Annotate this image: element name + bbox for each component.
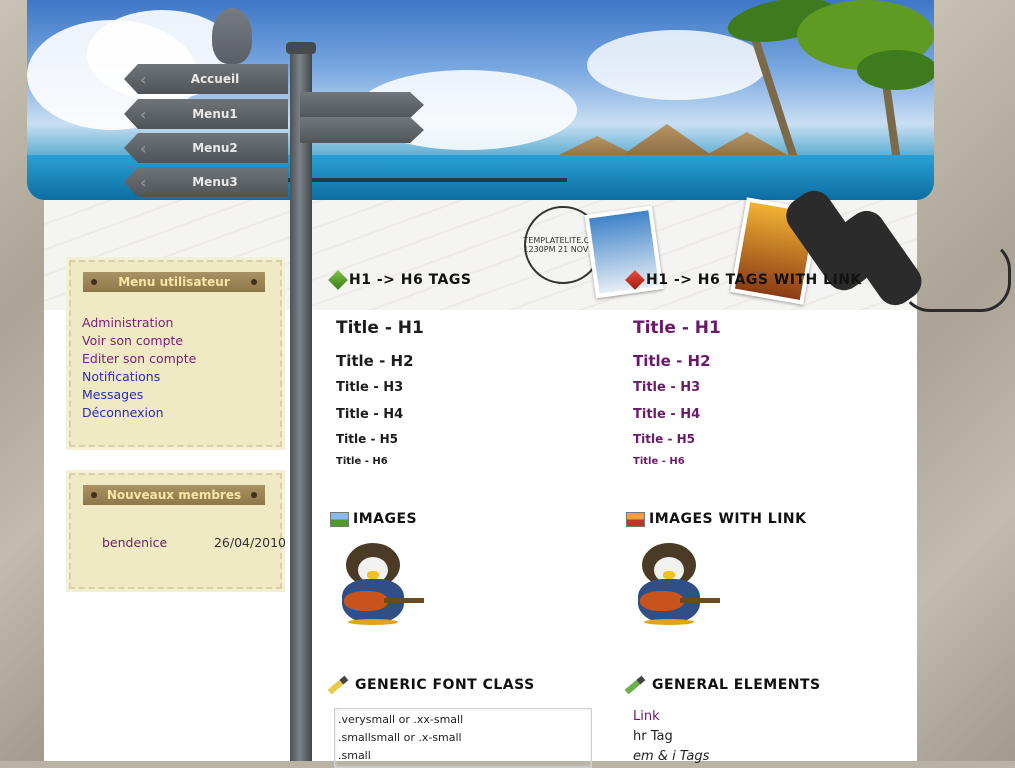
nav-menu3[interactable]: ‹ Menu3	[124, 167, 288, 197]
section-h-tags-title: H1 -> H6 TAGS	[328, 270, 472, 290]
image-icon	[626, 511, 645, 527]
heading-h4-link[interactable]: Title - H4	[633, 407, 700, 422]
red-gem-icon	[625, 270, 645, 290]
section-h-tags-link-title: H1 -> H6 TAGS WITH LINK	[625, 270, 862, 290]
sign-post	[290, 48, 312, 761]
heading-h6-link[interactable]: Title - H6	[633, 456, 685, 467]
user-menu-list: Administration Voir son compte Editer so…	[82, 314, 196, 422]
nav-label: Menu1	[192, 107, 238, 121]
pencil-icon	[624, 675, 646, 695]
heading-h4: Title - H4	[336, 407, 404, 422]
font-class-line: .small	[338, 749, 371, 762]
sign-board-right	[300, 92, 424, 118]
heading-h6: Title - H6	[336, 456, 388, 467]
nav-label: Menu3	[192, 175, 238, 189]
sign-board-right	[300, 117, 424, 143]
user-link-edit-account[interactable]: Editer son compte	[82, 350, 196, 368]
new-members-box: Nouveaux membres bendenice 26/04/2010	[69, 473, 286, 589]
heading-h2-link[interactable]: Title - H2	[633, 352, 711, 370]
heading-h3: Title - H3	[336, 380, 404, 395]
generic-font-box: .verysmall or .xx-small .smallsmall or .…	[334, 708, 592, 768]
section-images-title: IMAGES	[330, 511, 417, 527]
heading-h5-link[interactable]: Title - H5	[633, 432, 695, 446]
new-members-title: Nouveaux membres	[83, 485, 265, 505]
heading-h1-link[interactable]: Title - H1	[633, 318, 721, 338]
binoculars-strap	[900, 240, 1011, 312]
nav-menu2[interactable]: ‹ Menu2	[124, 133, 288, 163]
heading-h3-link[interactable]: Title - H3	[633, 380, 700, 395]
user-link-administration[interactable]: Administration	[82, 314, 196, 332]
section-title-text: IMAGES	[353, 511, 418, 527]
general-hr-tag: hr Tag	[633, 729, 673, 744]
member-name[interactable]: bendenice	[102, 535, 167, 550]
user-link-view-account[interactable]: Voir son compte	[82, 332, 196, 350]
user-link-messages[interactable]: Messages	[82, 386, 196, 404]
image-icon	[330, 511, 349, 527]
general-em-tag: em & i Tags	[633, 749, 710, 764]
pigeon-icon	[212, 8, 252, 64]
section-title-text: IMAGES WITH LINK	[649, 511, 807, 527]
section-title-text: H1 -> H6 TAGS	[349, 272, 472, 288]
arrow-left-icon: ‹	[140, 138, 147, 158]
palm-leaves	[857, 50, 934, 90]
user-menu-title: Menu utilisateur	[83, 272, 265, 292]
section-title-text: GENERIC FONT CLASS	[355, 677, 535, 693]
user-link-logout[interactable]: Déconnexion	[82, 404, 196, 422]
section-general-elements-title: GENERAL ELEMENTS	[624, 675, 821, 695]
green-gem-icon	[328, 270, 348, 290]
font-class-line: .smallsmall or .x-small	[338, 731, 462, 744]
font-class-line: .verysmall or .xx-small	[338, 713, 464, 726]
arrow-left-icon: ‹	[140, 172, 147, 192]
member-date: 26/04/2010	[213, 535, 286, 550]
user-menu-box: Menu utilisateur Administration Voir son…	[69, 260, 282, 447]
section-generic-font-title: GENERIC FONT CLASS	[327, 675, 535, 695]
nav-menu1[interactable]: ‹ Menu1	[124, 99, 288, 129]
pencil-icon	[327, 675, 349, 695]
member-row: bendenice 26/04/2010	[102, 535, 286, 550]
general-link[interactable]: Link	[633, 709, 660, 724]
penguin-guitar-image-link[interactable]	[630, 543, 722, 625]
arrow-left-icon: ‹	[140, 104, 147, 124]
heading-h1: Title - H1	[336, 318, 424, 338]
section-images-link-title: IMAGES WITH LINK	[626, 511, 806, 527]
penguin-guitar-image	[334, 543, 426, 625]
nav-accueil[interactable]: ‹ Accueil	[124, 64, 288, 94]
arrow-left-icon: ‹	[140, 69, 147, 89]
nav-label: Accueil	[190, 72, 240, 86]
heading-h5: Title - H5	[336, 432, 399, 446]
user-link-notifications[interactable]: Notifications	[82, 368, 196, 386]
heading-h2: Title - H2	[336, 352, 414, 370]
section-title-text: GENERAL ELEMENTS	[652, 677, 821, 693]
cloud	[587, 30, 767, 100]
nav-label: Menu2	[192, 141, 238, 155]
section-title-text: H1 -> H6 TAGS WITH LINK	[646, 272, 862, 288]
sign-post-cap	[286, 42, 316, 54]
